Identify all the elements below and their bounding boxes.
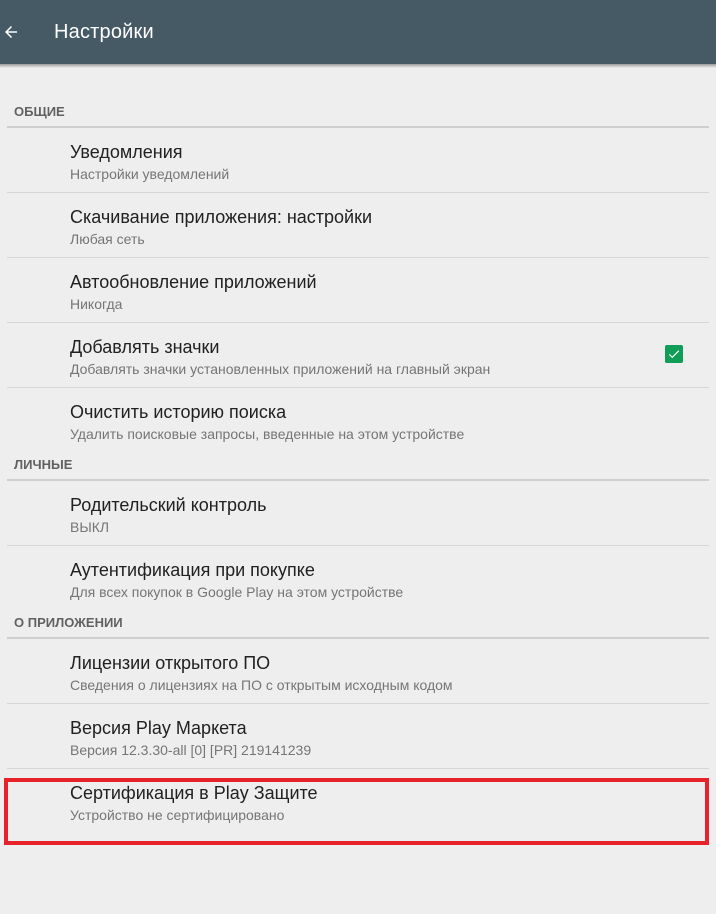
setting-subtitle: Сведения о лицензиях на ПО с открытым ис…	[70, 677, 453, 693]
settings-list: ОБЩИЕ Уведомления Настройки уведомлений …	[0, 100, 716, 834]
setting-subtitle: Добавлять значки установленных приложени…	[70, 361, 491, 377]
section-header-general: ОБЩИЕ	[7, 100, 709, 128]
section-header-personal: ЛИЧНЫЕ	[7, 453, 709, 481]
setting-parental-controls[interactable]: Родительский контроль ВЫКЛ	[7, 481, 709, 546]
setting-purchase-authentication[interactable]: Аутентификация при покупке Для всех поку…	[7, 546, 709, 611]
setting-title: Версия Play Маркета	[70, 718, 247, 738]
add-icons-checkbox[interactable]	[665, 345, 683, 363]
setting-subtitle: Удалить поисковые запросы, введенные на …	[70, 426, 465, 442]
setting-add-icons[interactable]: Добавлять значки Добавлять значки устано…	[7, 323, 709, 388]
setting-title: Аутентификация при покупке	[70, 560, 315, 580]
setting-title: Лицензии открытого ПО	[70, 653, 271, 673]
setting-title: Автообновление приложений	[70, 272, 317, 292]
app-bar-shadow	[0, 64, 716, 68]
setting-subtitle: Настройки уведомлений	[70, 166, 230, 182]
back-button[interactable]	[0, 21, 22, 43]
app-bar: Настройки	[0, 0, 716, 64]
setting-play-store-version[interactable]: Версия Play Маркета Версия 12.3.30-all […	[7, 704, 709, 769]
setting-subtitle: Любая сеть	[70, 231, 145, 247]
setting-subtitle: Версия 12.3.30-all [0] [PR] 219141239	[70, 742, 312, 758]
section-header-about: О ПРИЛОЖЕНИИ	[7, 611, 709, 639]
setting-open-source-licenses[interactable]: Лицензии открытого ПО Сведения о лицензи…	[7, 639, 709, 704]
setting-title: Уведомления	[70, 142, 183, 162]
page-title: Настройки	[54, 20, 154, 43]
setting-title: Добавлять значки	[70, 337, 220, 357]
setting-play-protect-certification[interactable]: Сертификация в Play Защите Устройство не…	[7, 769, 709, 834]
setting-title: Сертификация в Play Защите	[70, 783, 318, 803]
setting-subtitle: Устройство не сертифицировано	[70, 807, 285, 823]
setting-clear-search-history[interactable]: Очистить историю поиска Удалить поисковы…	[7, 388, 709, 453]
setting-subtitle: ВЫКЛ	[70, 519, 110, 535]
setting-subtitle: Никогда	[70, 296, 123, 312]
setting-auto-update[interactable]: Автообновление приложений Никогда	[7, 258, 709, 323]
setting-download-preference[interactable]: Скачивание приложения: настройки Любая с…	[7, 193, 709, 258]
setting-title: Родительский контроль	[70, 495, 267, 515]
arrow-left-icon	[5, 26, 17, 38]
checkmark-icon	[668, 350, 680, 359]
setting-title: Очистить историю поиска	[70, 402, 287, 422]
setting-title: Скачивание приложения: настройки	[70, 207, 373, 227]
setting-notifications[interactable]: Уведомления Настройки уведомлений	[7, 128, 709, 193]
setting-subtitle: Для всех покупок в Google Play на этом у…	[70, 584, 404, 600]
